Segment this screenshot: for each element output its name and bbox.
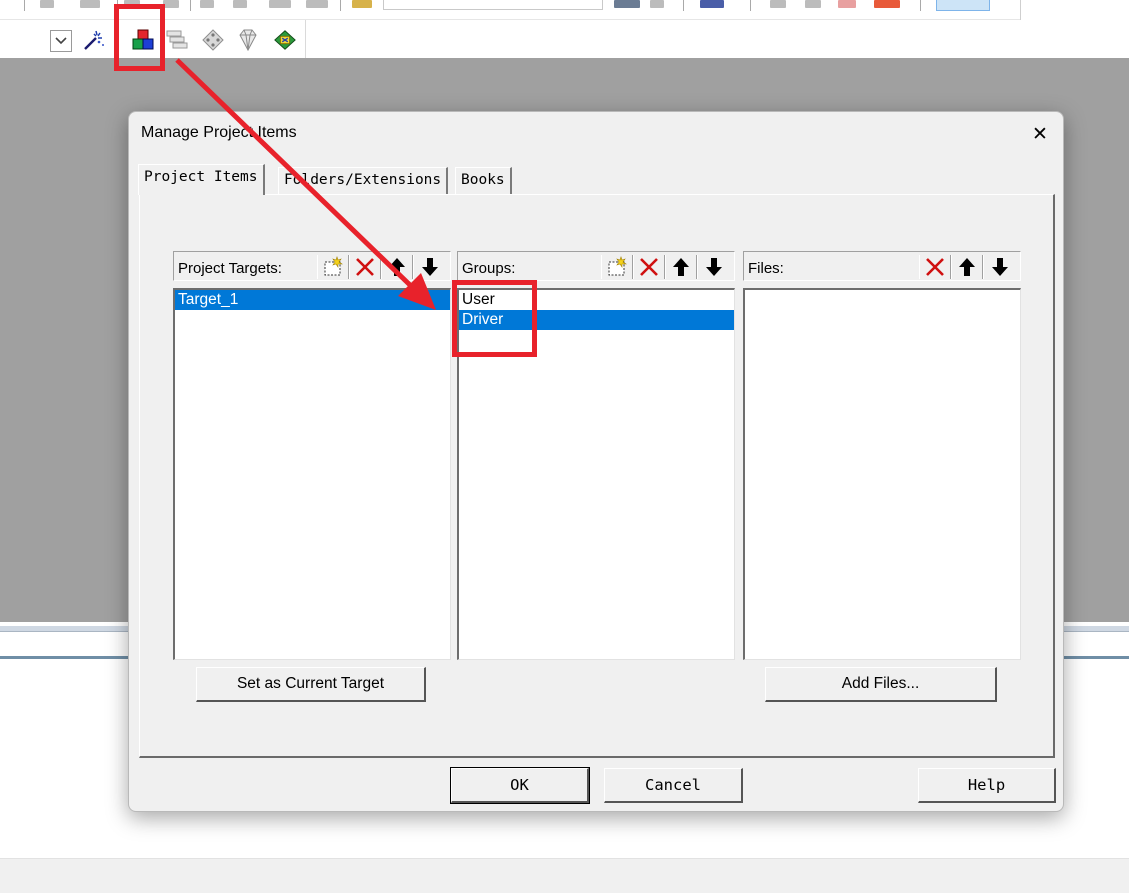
- tab-label: Project Items: [144, 169, 258, 185]
- tab-project-items[interactable]: Project Items: [138, 164, 265, 195]
- annotation-arrow: [175, 58, 436, 310]
